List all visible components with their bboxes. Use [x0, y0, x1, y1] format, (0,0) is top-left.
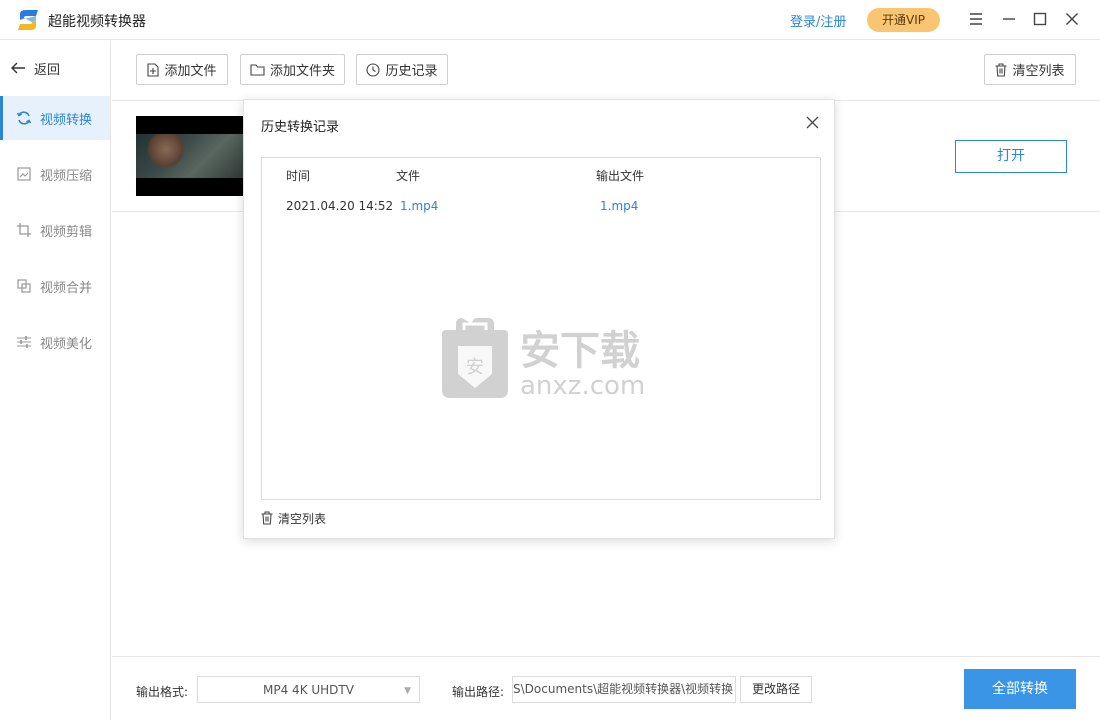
trash-icon	[261, 511, 273, 525]
title-bar: 超能视频转换器 登录/注册 开通VIP	[0, 0, 1100, 40]
column-header-time: 时间	[286, 169, 311, 183]
minimize-icon[interactable]	[998, 8, 1020, 30]
output-format-value: MP4 4K UHDTV	[263, 682, 354, 697]
svg-text:安: 安	[466, 357, 484, 378]
dialog-close-icon[interactable]	[804, 114, 820, 130]
change-path-button[interactable]: 更改路径	[740, 676, 812, 703]
clear-list-button[interactable]: 清空列表	[984, 54, 1076, 85]
clock-icon	[366, 62, 381, 77]
add-file-icon	[147, 62, 160, 77]
back-button[interactable]: 返回	[10, 58, 60, 78]
refresh-icon	[16, 110, 32, 126]
login-register-link[interactable]: 登录/注册	[790, 11, 846, 30]
folder-icon	[250, 63, 265, 76]
sliders-icon	[16, 334, 32, 350]
trash-icon	[995, 62, 1007, 77]
sidebar-item-video-compress[interactable]: 视频压缩	[0, 152, 110, 196]
dialog-title: 历史转换记录	[261, 120, 340, 135]
compress-icon	[16, 166, 32, 182]
video-thumbnail[interactable]	[136, 116, 244, 196]
app-title: 超能视频转换器	[48, 14, 146, 30]
bottom-bar: 输出格式: MP4 4K UHDTV ▼ 输出路径: S\Documents\超…	[112, 656, 1100, 720]
history-dialog: 历史转换记录 时间 文件 输出文件 2021.04.20 14:52 1.mp4…	[243, 99, 835, 539]
column-header-output: 输出文件	[596, 169, 645, 183]
output-format-select[interactable]: MP4 4K UHDTV ▼	[197, 676, 420, 703]
sidebar-item-label: 视频压缩	[40, 168, 93, 184]
add-folder-label: 添加文件夹	[269, 64, 335, 79]
convert-all-button[interactable]: 全部转换	[964, 669, 1076, 709]
watermark-sub: anxz.com	[520, 371, 645, 400]
sidebar-item-video-beautify[interactable]: 视频美化	[0, 320, 110, 364]
maximize-icon[interactable]	[1029, 8, 1051, 30]
output-format-label: 输出格式:	[136, 685, 189, 699]
dialog-clear-list-label: 清空列表	[278, 511, 327, 526]
back-label: 返回	[34, 62, 61, 78]
row-file-link[interactable]: 1.mp4	[400, 199, 438, 213]
history-button[interactable]: 历史记录	[356, 54, 448, 85]
history-table: 时间 文件 输出文件 2021.04.20 14:52 1.mp4 1.mp4 …	[261, 157, 821, 500]
open-button[interactable]: 打开	[955, 140, 1067, 173]
add-folder-button[interactable]: 添加文件夹	[240, 54, 345, 85]
history-label: 历史记录	[385, 64, 438, 79]
sidebar-item-video-edit[interactable]: 视频剪辑	[0, 208, 110, 252]
sidebar: 返回 视频转换 视频压缩 视频剪辑 视频合并 视频美化	[0, 41, 111, 720]
close-icon[interactable]	[1061, 8, 1083, 30]
row-time: 2021.04.20 14:52	[286, 199, 394, 213]
watermark-text: 安下载	[520, 328, 640, 374]
output-path-field[interactable]: S\Documents\超能视频转换器\视频转换	[512, 676, 736, 703]
merge-icon	[16, 278, 32, 294]
sidebar-item-label: 视频剪辑	[40, 224, 93, 240]
vip-button[interactable]: 开通VIP	[867, 8, 940, 32]
menu-icon[interactable]	[965, 8, 987, 30]
column-header-file: 文件	[396, 169, 421, 183]
crop-icon	[16, 222, 32, 238]
sidebar-item-label: 视频转换	[40, 112, 93, 128]
row-output-link[interactable]: 1.mp4	[600, 199, 638, 213]
sidebar-item-label: 视频美化	[40, 336, 93, 352]
dialog-clear-list-button[interactable]: 清空列表	[261, 509, 326, 527]
sidebar-item-video-merge[interactable]: 视频合并	[0, 264, 110, 308]
app-logo-icon	[18, 10, 38, 30]
dropdown-caret-icon: ▼	[404, 686, 411, 696]
watermark-logo: 安 安下载 anxz.com	[442, 318, 645, 400]
output-path-label: 输出路径:	[452, 685, 505, 699]
sidebar-item-video-convert[interactable]: 视频转换	[0, 96, 110, 140]
clear-list-label: 清空列表	[1012, 64, 1065, 79]
add-file-button[interactable]: 添加文件	[136, 54, 228, 85]
add-file-label: 添加文件	[164, 64, 217, 79]
sidebar-item-label: 视频合并	[40, 280, 93, 296]
arrow-left-icon	[11, 62, 25, 74]
